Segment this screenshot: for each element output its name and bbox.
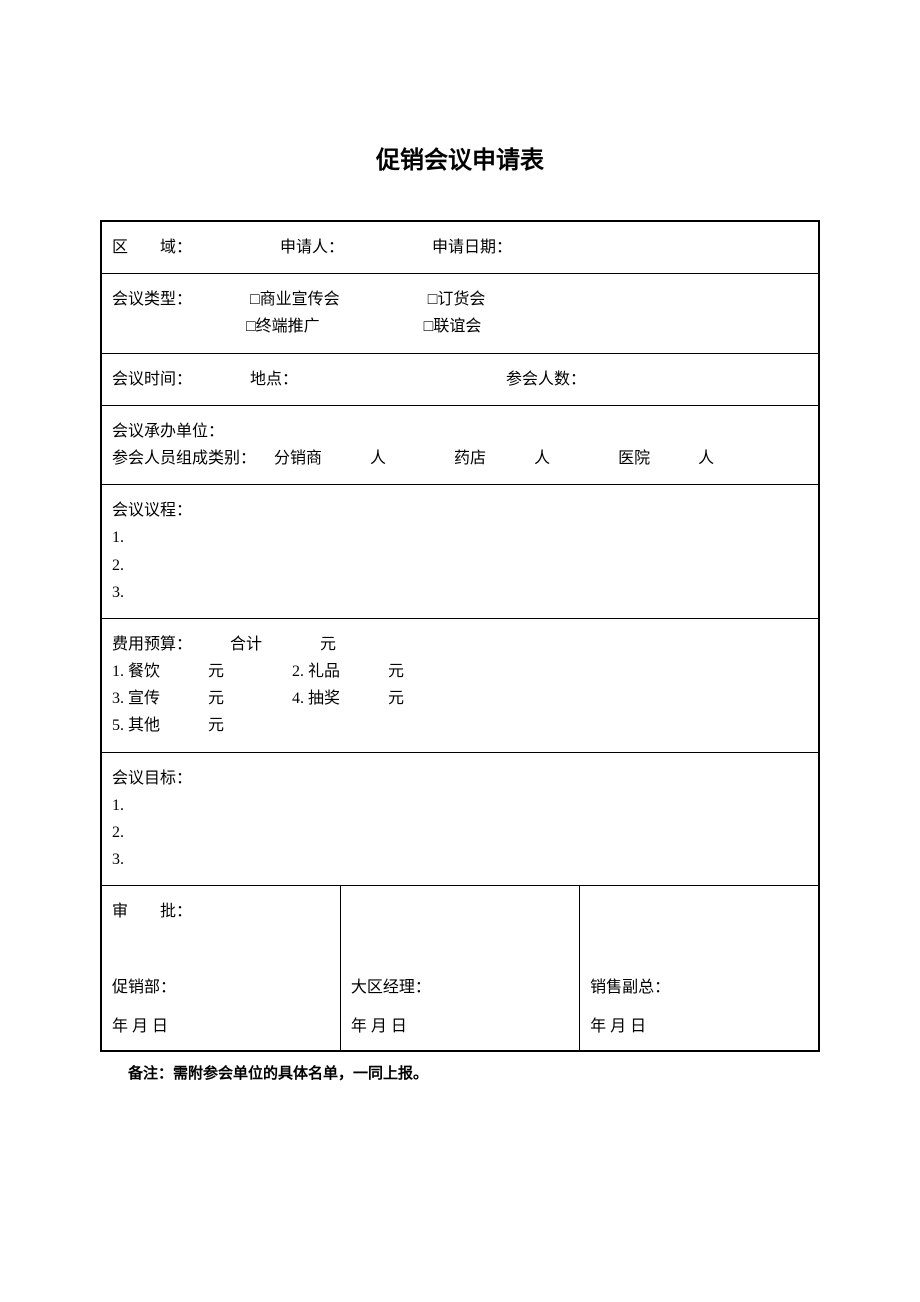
budget-total-yuan: 元 [320, 636, 336, 653]
checkbox-social-meeting[interactable]: □联谊会 [424, 318, 482, 335]
goal-item-1: 1. [112, 797, 124, 814]
applicant-label: 申请人： [280, 239, 344, 256]
composition-label: 参会人员组成类别： [112, 450, 256, 467]
budget-item-2-yuan: 元 [388, 663, 404, 680]
distributor-label: 分销商 [274, 450, 322, 467]
approval-cell-sales-vp: 销售副总： 年 月 日 [580, 886, 819, 1051]
agenda-item-1: 1. [112, 529, 124, 546]
checkbox-terminal-promo[interactable]: □终端推广 [246, 318, 320, 335]
agenda-item-3: 3. [112, 584, 124, 601]
hospital-unit: 人 [698, 450, 714, 467]
agenda-item-2: 2. [112, 557, 124, 574]
budget-item-4-yuan: 元 [388, 690, 404, 707]
meeting-place-label: 地点： [250, 371, 298, 388]
budget-item-3-yuan: 元 [208, 690, 224, 707]
row-budget: 费用预算： 合计 元 1. 餐饮 元 2. 礼品 元 3. 宣传 元 4. 抽奖… [101, 618, 819, 752]
row-time-place: 会议时间： 地点： 参会人数： [101, 353, 819, 405]
budget-item-1-yuan: 元 [208, 663, 224, 680]
sales-vp-date: 年 月 日 [590, 1013, 646, 1040]
checkbox-order-meeting[interactable]: □订货会 [428, 291, 486, 308]
budget-total-label: 合计 [230, 636, 262, 653]
row-goals: 会议目标： 1. 2. 3. [101, 752, 819, 886]
budget-label: 费用预算： [112, 636, 192, 653]
budget-item-5-yuan: 元 [208, 717, 224, 734]
budget-item-5: 5. 其他 [112, 717, 160, 734]
hospital-label: 医院 [618, 450, 650, 467]
region-label: 区 域： [112, 239, 192, 256]
application-form: 区 域： 申请人： 申请日期： 会议类型： □商业宣传会 □订货会 □终端推广 … [100, 220, 820, 1052]
row-host-composition: 会议承办单位： 参会人员组成类别： 分销商 人 药店 人 医院 人 [101, 405, 819, 484]
row-meeting-type: 会议类型： □商业宣传会 □订货会 □终端推广 □联谊会 [101, 274, 819, 353]
promo-date: 年 月 日 [112, 1013, 168, 1040]
goal-item-3: 3. [112, 851, 124, 868]
meeting-type-label: 会议类型： [112, 291, 192, 308]
agenda-label: 会议议程： [112, 502, 192, 519]
promo-dept-label: 促销部： [112, 974, 176, 1001]
budget-item-2: 2. 礼品 [292, 663, 340, 680]
approval-cell-region-mgr: 大区经理： 年 月 日 [340, 886, 579, 1051]
row-agenda: 会议议程： 1. 2. 3. [101, 485, 819, 619]
approval-cell-promo: 审 批： 促销部： 年 月 日 [101, 886, 340, 1051]
distributor-unit: 人 [370, 450, 386, 467]
budget-item-3: 3. 宣传 [112, 690, 160, 707]
budget-item-4: 4. 抽奖 [292, 690, 340, 707]
form-title: 促销会议申请表 [100, 140, 820, 175]
sales-vp-label: 销售副总： [590, 974, 670, 1001]
pharmacy-label: 药店 [454, 450, 486, 467]
goal-label: 会议目标： [112, 770, 192, 787]
footer-note: 备注：需附参会单位的具体名单，一同上报。 [128, 1062, 820, 1083]
meeting-time-label: 会议时间： [112, 371, 192, 388]
region-mgr-label: 大区经理： [351, 974, 431, 1001]
checkbox-business-promo[interactable]: □商业宣传会 [250, 291, 340, 308]
budget-item-1: 1. 餐饮 [112, 663, 160, 680]
region-mgr-date: 年 月 日 [351, 1013, 407, 1040]
attendee-count-label: 参会人数： [506, 371, 586, 388]
goal-item-2: 2. [112, 824, 124, 841]
host-unit-label: 会议承办单位： [112, 423, 224, 440]
row-header-info: 区 域： 申请人： 申请日期： [101, 221, 819, 274]
approval-header: 审 批： [112, 903, 192, 920]
apply-date-label: 申请日期： [432, 239, 512, 256]
pharmacy-unit: 人 [534, 450, 550, 467]
